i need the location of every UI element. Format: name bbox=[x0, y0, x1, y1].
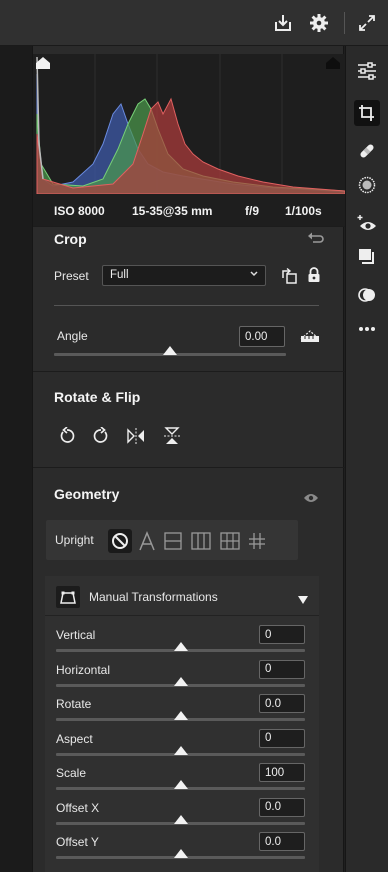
upright-guided-icon[interactable] bbox=[248, 532, 266, 555]
slider-label: Horizontal bbox=[56, 662, 111, 677]
lens-value: 15-35@35 mm bbox=[132, 204, 213, 218]
slider-thumb[interactable] bbox=[173, 711, 188, 720]
upright-label: Upright bbox=[55, 533, 94, 547]
crop-tool-icon[interactable] bbox=[354, 100, 380, 126]
iso-value: ISO 8000 bbox=[54, 204, 105, 218]
aperture-value: f/9 bbox=[245, 204, 260, 218]
slider-value-input[interactable] bbox=[259, 694, 305, 713]
more-icon[interactable] bbox=[354, 316, 380, 342]
slider-label: Scale bbox=[56, 766, 87, 780]
slider-value-input[interactable] bbox=[259, 832, 305, 851]
slider-value-input[interactable] bbox=[259, 763, 305, 782]
manual-transformations-header[interactable]: Manual Transformations bbox=[45, 576, 319, 616]
slider-thumb[interactable] bbox=[173, 780, 188, 789]
export-icon[interactable] bbox=[270, 10, 296, 36]
adjust-sliders-icon[interactable] bbox=[354, 58, 380, 84]
slider-thumb[interactable] bbox=[173, 814, 188, 824]
slider-thumb[interactable] bbox=[173, 676, 188, 686]
toolbar-divider bbox=[344, 12, 345, 34]
histogram bbox=[33, 54, 346, 195]
top-toolbar bbox=[0, 0, 388, 46]
slider-thumb[interactable] bbox=[173, 849, 188, 858]
slider-label: Rotate bbox=[56, 697, 92, 711]
geometry-title[interactable]: Geometry bbox=[54, 486, 119, 502]
preset-select[interactable]: Full bbox=[102, 265, 266, 286]
red-eye-icon[interactable] bbox=[354, 210, 380, 236]
angle-input[interactable] bbox=[239, 326, 285, 347]
flip-horizontal-icon[interactable] bbox=[127, 427, 145, 450]
geometry-section: Geometry Upright Manual Transformations … bbox=[33, 467, 345, 872]
slider-label: Aspect bbox=[56, 731, 93, 746]
shadow-clipping-icon[interactable] bbox=[36, 56, 50, 69]
collapse-triangle-icon[interactable] bbox=[297, 592, 309, 610]
radial-mask-icon[interactable] bbox=[354, 172, 380, 198]
right-toolbar bbox=[345, 46, 388, 872]
upright-level-icon[interactable] bbox=[164, 532, 182, 555]
angle-label: Angle bbox=[57, 329, 88, 343]
healing-brush-icon[interactable] bbox=[354, 138, 380, 164]
slider-value-input[interactable] bbox=[259, 728, 305, 748]
chevron-down-icon bbox=[249, 268, 259, 283]
preset-label: Preset bbox=[54, 269, 89, 283]
rotate-flip-title[interactable]: Rotate & Flip bbox=[54, 389, 140, 405]
presets-icon[interactable] bbox=[354, 244, 380, 270]
masking-icon[interactable] bbox=[354, 282, 380, 308]
histogram-graph bbox=[36, 54, 346, 195]
upright-auto-icon[interactable] bbox=[138, 531, 156, 556]
slider-value-input[interactable] bbox=[259, 625, 305, 644]
slider-label: Offset X bbox=[56, 800, 100, 815]
rotate-crop-icon[interactable] bbox=[280, 267, 298, 290]
fullscreen-icon[interactable] bbox=[354, 10, 380, 36]
left-gutter bbox=[0, 46, 32, 872]
slider-label: Vertical bbox=[56, 628, 96, 642]
crop-section: Crop Preset Full Angle bbox=[33, 226, 345, 371]
angle-slider-thumb[interactable] bbox=[163, 346, 177, 355]
slider-value-input[interactable] bbox=[259, 797, 305, 817]
straighten-tool-icon[interactable] bbox=[299, 327, 321, 348]
exif-info: ISO 8000 15-35@35 mm f/9 1/100s bbox=[33, 194, 345, 226]
upright-vertical-icon[interactable] bbox=[191, 532, 211, 555]
flip-vertical-icon[interactable] bbox=[163, 427, 181, 450]
slider-thumb[interactable] bbox=[173, 642, 188, 651]
upright-full-icon[interactable] bbox=[220, 532, 240, 555]
gear-icon[interactable] bbox=[306, 10, 332, 36]
slider-thumb[interactable] bbox=[173, 745, 188, 755]
preset-select-value: Full bbox=[110, 269, 129, 281]
slider-label: Offset Y bbox=[56, 835, 99, 849]
visibility-eye-icon[interactable] bbox=[303, 490, 319, 508]
upright-off-icon[interactable] bbox=[108, 529, 132, 553]
rotate-left-icon[interactable] bbox=[58, 426, 76, 450]
crop-divider bbox=[54, 305, 319, 306]
crop-title[interactable]: Crop bbox=[54, 231, 87, 247]
edit-panel: ISO 8000 15-35@35 mm f/9 1/100s Crop Pre… bbox=[32, 46, 346, 872]
rotate-flip-section: Rotate & Flip bbox=[33, 371, 345, 467]
highlight-clipping-icon[interactable] bbox=[326, 56, 340, 69]
rotate-right-icon[interactable] bbox=[92, 426, 110, 450]
slider-value-input[interactable] bbox=[259, 659, 305, 679]
manual-transformations-title: Manual Transformations bbox=[89, 590, 218, 604]
transform-icon bbox=[56, 586, 80, 608]
upright-bar: Upright bbox=[46, 520, 298, 560]
shutter-value: 1/100s bbox=[285, 204, 322, 218]
manual-transformations-panel: Manual Transformations Vertical Horizonta… bbox=[45, 576, 319, 872]
lock-icon[interactable] bbox=[307, 267, 321, 288]
reset-crop-icon[interactable] bbox=[307, 231, 325, 250]
